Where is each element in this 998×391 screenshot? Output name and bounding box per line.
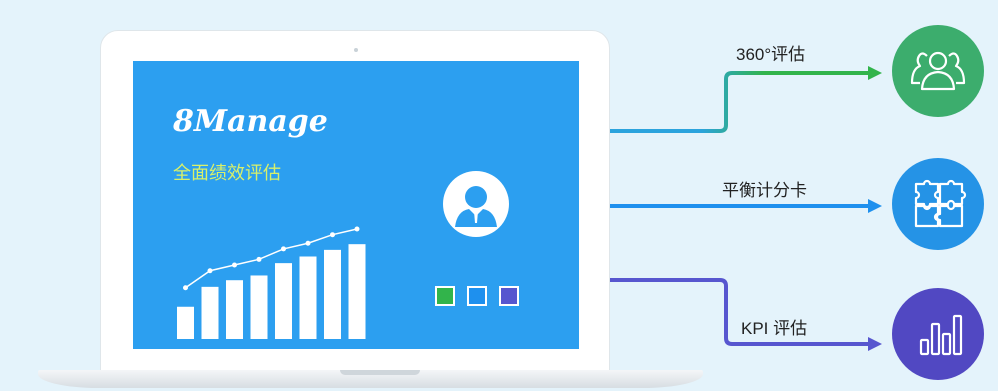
people-group-icon <box>910 51 966 91</box>
connector-360 <box>610 71 868 133</box>
arrow-360 <box>868 66 882 80</box>
arrow-kpi <box>868 337 882 351</box>
circle-kpi <box>892 288 984 380</box>
circle-360 <box>892 25 984 117</box>
label-kpi: KPI 评估 <box>741 319 808 338</box>
bar-chart-icon <box>919 314 963 356</box>
connector-lines <box>610 66 882 351</box>
circle-bsc <box>892 158 984 250</box>
arrow-bsc <box>868 199 882 213</box>
connector-kpi <box>610 278 868 346</box>
puzzle-icon <box>914 179 967 228</box>
label-360: 360°评估 <box>736 45 806 64</box>
label-bsc: 平衡计分卡 <box>722 181 807 200</box>
